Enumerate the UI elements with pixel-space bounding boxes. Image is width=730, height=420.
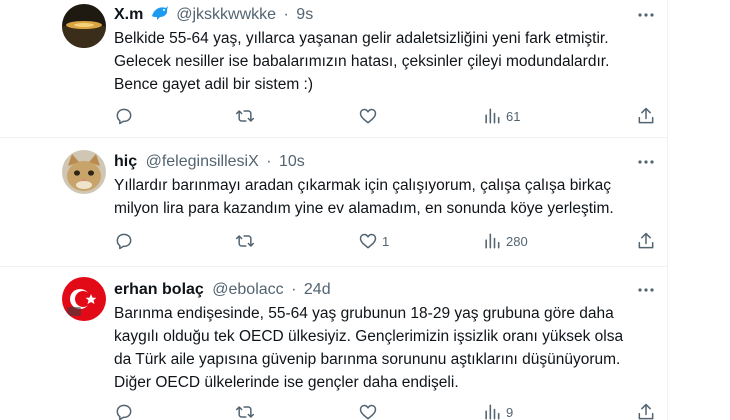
action-bar: 1 280 [0,229,667,253]
reply-feed: X.m @jkskkwwkke · 9s Belkide 55-64 yaş, … [0,0,730,420]
heart-icon [358,402,378,420]
more-dots-icon[interactable] [636,280,656,300]
share-icon [636,106,656,126]
views-button[interactable]: 280 [482,229,528,253]
more-dots-icon[interactable] [636,152,656,172]
reply-button[interactable] [114,104,134,128]
user-handle[interactable]: @feleginsillesiX [146,153,259,170]
retweet-button[interactable] [234,104,256,128]
avatar[interactable] [62,150,106,194]
tweet-text-line: Yıllardır barınmayı aradan çıkarmak için… [114,177,612,194]
tweet-text-line: milyon lira para kazandım yine ev alamad… [114,200,614,217]
retweet-icon [234,231,256,251]
tweet-text-line: Gelecek nesiller ise babalarımızın hatas… [114,53,610,70]
separator-dot: · [266,153,272,170]
timestamp[interactable]: 9s [296,6,313,23]
tweet-header: X.m @jkskkwwkke · 9s [114,5,313,25]
tweet-text-line: Belkide 55-64 yaş, yıllarca yaşanan geli… [114,30,609,47]
action-bar: 9 [0,400,667,420]
display-name[interactable]: hiç [114,153,137,170]
retweet-icon [234,106,256,126]
user-handle[interactable]: @jkskkwwkke [176,6,276,23]
retweet-button[interactable] [234,400,256,420]
heart-icon [358,231,378,251]
share-icon [636,402,656,420]
tweet-text-line: Bence gayet adil bir sistem :) [114,76,314,93]
display-name[interactable]: X.m [114,6,143,23]
views-button[interactable]: 9 [482,400,513,420]
tweet-text-line: da Türk aile yapısına güvenip barınma so… [114,351,621,368]
like-count: 1 [382,233,390,249]
view-count: 280 [506,233,528,249]
share-button[interactable] [636,400,656,420]
like-button[interactable]: 1 [358,229,389,253]
tweet-divider [0,266,667,267]
more-dots-icon[interactable] [636,5,656,25]
views-chart-icon [482,106,502,126]
view-count: 61 [506,108,521,124]
reply-icon [114,402,134,420]
dolphin-emoji-icon [151,5,169,27]
reply-icon [114,231,134,251]
like-button[interactable] [358,400,382,420]
tweet-text: Yıllardır barınmayı aradan çıkarmak için… [114,174,659,220]
action-bar: 61 [0,104,667,128]
tweet-text: Barınma endişesinde, 55-64 yaş grubunun … [114,302,659,394]
share-button[interactable] [636,229,656,253]
like-button[interactable] [358,104,382,128]
view-count: 9 [506,404,514,420]
timestamp[interactable]: 10s [279,153,305,170]
tweet-text-line: Barınma endişesinde, 55-64 yaş grubunun … [114,305,614,322]
tweet-header: erhan bolaç @ebolacc · 24d [114,280,331,300]
retweet-button[interactable] [234,229,256,253]
tweet-header: hiç @feleginsillesiX · 10s [114,152,305,172]
separator-dot: · [283,6,289,23]
reply-button[interactable] [114,400,134,420]
views-chart-icon [482,402,502,420]
tweet-text-line: kaygılı olduğu tek OECD ülkesiyiz. Gençl… [114,328,624,345]
reply-button[interactable] [114,229,134,253]
share-icon [636,231,656,251]
share-button[interactable] [636,104,656,128]
reply-icon [114,106,134,126]
heart-icon [358,106,378,126]
timestamp[interactable]: 24d [304,281,331,298]
tweet-text-line: Diğer OECD ülkelerinde ise gençler daha … [114,374,459,391]
retweet-icon [234,402,256,420]
user-handle[interactable]: @ebolacc [212,281,283,298]
tweet-text: Belkide 55-64 yaş, yıllarca yaşanan geli… [114,27,659,96]
views-button[interactable]: 61 [482,104,520,128]
column-border [667,0,668,420]
avatar[interactable] [62,4,106,48]
avatar[interactable] [62,277,106,321]
views-chart-icon [482,231,502,251]
display-name[interactable]: erhan bolaç [114,281,204,298]
separator-dot: · [291,281,297,298]
tweet-divider [0,137,667,138]
